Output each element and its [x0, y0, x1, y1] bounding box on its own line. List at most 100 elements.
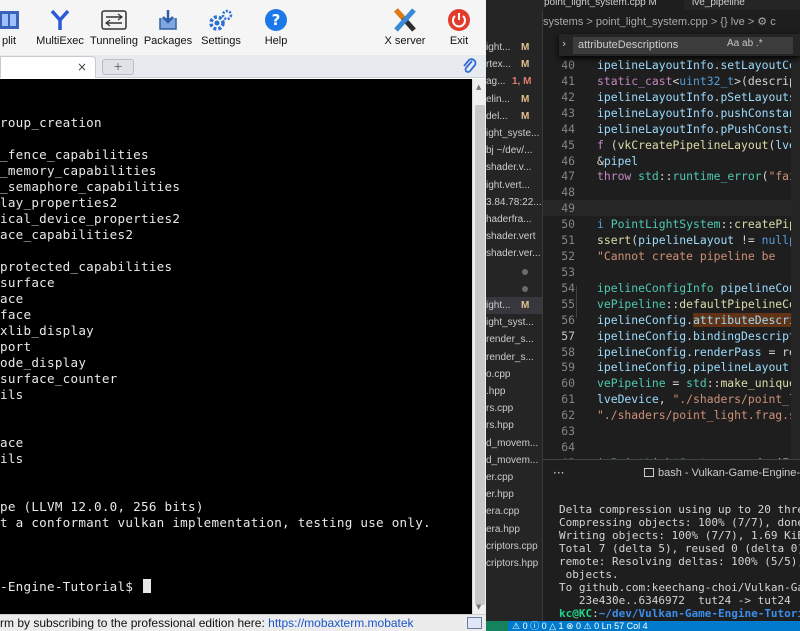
tab-point-light-system[interactable]: point_light_system.cpp M [544, 0, 684, 10]
code-line[interactable]: 61 lveDevice, "./shaders/point_l [543, 391, 800, 407]
explorer-item[interactable]: er.cpp [486, 469, 542, 486]
code-token: vePipeline [597, 376, 666, 391]
code-line[interactable]: 51 ssert(pipelineLayout != nullptr & [543, 232, 800, 248]
explorer-item[interactable]: ight... M [486, 297, 542, 314]
code-line[interactable]: 63 [543, 423, 800, 439]
explorer-item[interactable]: rs.cpp [486, 400, 542, 417]
terminal-text: : [592, 607, 599, 620]
explorer-item[interactable]: del... M [486, 108, 542, 125]
more-actions-icon[interactable]: ··· [553, 466, 564, 480]
code-line[interactable]: 53 [543, 264, 800, 280]
find-options[interactable]: Aa ab .* [727, 38, 763, 49]
code-line[interactable]: 62 "./shaders/point_light.frag.s [543, 407, 800, 423]
explorer-item[interactable]: shader.ver... [486, 245, 542, 262]
explorer-item-name: haderfra... [486, 214, 532, 225]
code-line[interactable]: 56 ipelineConfig.attributeDescripti [543, 312, 800, 328]
code-line[interactable]: 57 ipelineConfig.bindingDescription [543, 328, 800, 344]
explorer-item[interactable]: era.hpp [486, 521, 542, 538]
code-text: ipelineConfig.bindingDescription [597, 328, 800, 344]
status-promo-link[interactable]: https://mobaxterm.mobatek [268, 616, 413, 630]
terminal-text: remote: Resolving deltas: 100% (5/5), co… [559, 555, 800, 568]
prompt-user: kc@KC [559, 607, 593, 620]
terminal-scrollbar[interactable]: ▲ ▼ [472, 79, 486, 614]
packages-button[interactable]: Packages [144, 6, 192, 54]
explorer-item[interactable] [486, 280, 542, 297]
code-line[interactable]: 64 [543, 439, 800, 455]
new-tab-button[interactable]: + [102, 59, 134, 75]
tunneling-button[interactable]: Tunneling [89, 6, 139, 54]
explorer-item[interactable]: era.cpp [486, 503, 542, 520]
explorer-item[interactable] [486, 263, 542, 280]
code-line[interactable]: 44 ipelineLayoutInfo.pPushConstantR [543, 121, 800, 137]
explorer-item[interactable]: ight_syste... [486, 125, 542, 142]
remote-indicator[interactable] [486, 621, 508, 631]
code-line[interactable]: 40 ipelineLayoutInfo.setLayoutCount = [543, 57, 800, 73]
code-line[interactable]: 43 ipelineLayoutInfo.pushConstantRa [543, 105, 800, 121]
explorer-item[interactable]: ight... M [486, 39, 542, 56]
explorer-item[interactable]: ight_syst... [486, 314, 542, 331]
code-line[interactable]: 49 [543, 200, 800, 217]
explorer-item[interactable]: render_s... [486, 349, 542, 366]
breadcrumb[interactable]: systems > point_light_system.cpp > {} lv… [543, 13, 800, 31]
terminal-selector[interactable]: bash - Vulkan-Game-Engine-Tutor [644, 467, 800, 479]
code-line[interactable]: 46 &pipel [543, 153, 800, 169]
explorer-item[interactable]: criptors.hpp [486, 555, 542, 572]
vscode-window: point_light_system.cpp M lve_pipeline ig… [486, 0, 800, 631]
explorer-item[interactable]: rs.hpp [486, 417, 542, 434]
explorer-item[interactable]: shader.v... [486, 159, 542, 176]
terminal-lines[interactable]: Delta compression using up to 20 threads… [559, 503, 800, 620]
xserver-button[interactable]: X server [383, 6, 427, 54]
code-line[interactable]: 47 throw std::runtime_error("faile [543, 168, 800, 184]
explorer-item[interactable]: 3.84.78:22... [486, 194, 542, 211]
terminal-panel: ··· bash - Vulkan-Game-Engine-Tutor Delt… [543, 459, 800, 622]
line-number: 47 [561, 169, 575, 184]
code-line[interactable]: 48 [543, 184, 800, 200]
code-line[interactable]: 52 "Cannot create pipeline be [543, 248, 800, 264]
explorer-item[interactable]: bj ~/dev/... [486, 142, 542, 159]
sticky-scroll-gap [543, 200, 800, 217]
code-line[interactable]: 58 ipelineConfig.renderPass = rende [543, 344, 800, 360]
terminal-text: objects. [559, 568, 619, 581]
code-line[interactable]: 54 ipelineConfigInfo pipelineConfig [543, 280, 800, 296]
multiexec-button[interactable]: MultiExec [36, 6, 84, 54]
close-tab-icon[interactable]: × [77, 60, 87, 74]
explorer-item[interactable]: er.hpp [486, 486, 542, 503]
split-button[interactable]: plit [0, 6, 24, 54]
explorer-item[interactable]: rtex... M [486, 56, 542, 73]
code-line[interactable]: 41 static_cast<uint32_t>(descrip [543, 73, 800, 89]
explorer-item[interactable]: .hpp [486, 383, 542, 400]
settings-button[interactable]: Settings [201, 6, 241, 54]
explorer-item[interactable]: ight.vert... [486, 177, 542, 194]
code-editor[interactable]: 40ipelineLayoutInfo.setLayoutCount =41 s… [543, 57, 800, 459]
explorer-item[interactable]: criptors.cpp [486, 538, 542, 555]
scrollbar-thumb[interactable] [475, 105, 485, 605]
explorer-item[interactable]: render_s... [486, 331, 542, 348]
explorer-item[interactable]: haderfra... [486, 211, 542, 228]
chevron-right-icon[interactable]: › [562, 37, 566, 50]
line-number: 41 [561, 73, 575, 88]
terminal-output[interactable]: roup_creation _fence_capabilities _memory_… [0, 79, 472, 614]
code-line[interactable]: 45 f (vkCreatePipelineLayout(lveDev [543, 137, 800, 153]
explorer-item[interactable]: ag... 1, M [486, 73, 542, 90]
paperclip-icon[interactable] [461, 57, 477, 79]
exit-button[interactable]: Exit [446, 6, 472, 54]
explorer-item[interactable]: d_movem... [486, 435, 542, 452]
code-line[interactable]: 42 ipelineLayoutInfo.pSetLayouts = [543, 89, 800, 105]
code-line[interactable]: 59 ipelineConfig.pipelineLayout = p [543, 359, 800, 375]
status-window-icon[interactable] [467, 617, 482, 629]
explorer-item[interactable]: elin... M [486, 91, 542, 108]
status-items[interactable]: ⚠ 0 ⓘ 0 △ 1 ⊗ 0 ⚠ 0 Ln 57 Col 4 [512, 621, 648, 631]
scroll-up-arrow[interactable]: ▲ [476, 83, 481, 91]
minimap[interactable] [791, 57, 800, 459]
explorer-item[interactable]: shader.vert [486, 228, 542, 245]
code-line[interactable]: 60 vePipeline = std::make_unique<Lv [543, 375, 800, 391]
explorer-item[interactable]: d_movem... [486, 452, 542, 469]
code-line[interactable]: 50 i PointLightSystem::createPipeli [543, 216, 800, 232]
code-line[interactable]: 55 vePipeline::defaultPipelineConfi [543, 296, 800, 312]
scroll-down-arrow[interactable]: ▼ [476, 603, 481, 611]
explorer-item[interactable]: o.cpp [486, 366, 542, 383]
tab-lve-pipeline[interactable]: lve_pipeline [692, 0, 800, 10]
session-tab[interactable]: × [0, 56, 96, 78]
line-number: 53 [561, 264, 575, 279]
help-button[interactable]: ? Help [262, 6, 290, 54]
